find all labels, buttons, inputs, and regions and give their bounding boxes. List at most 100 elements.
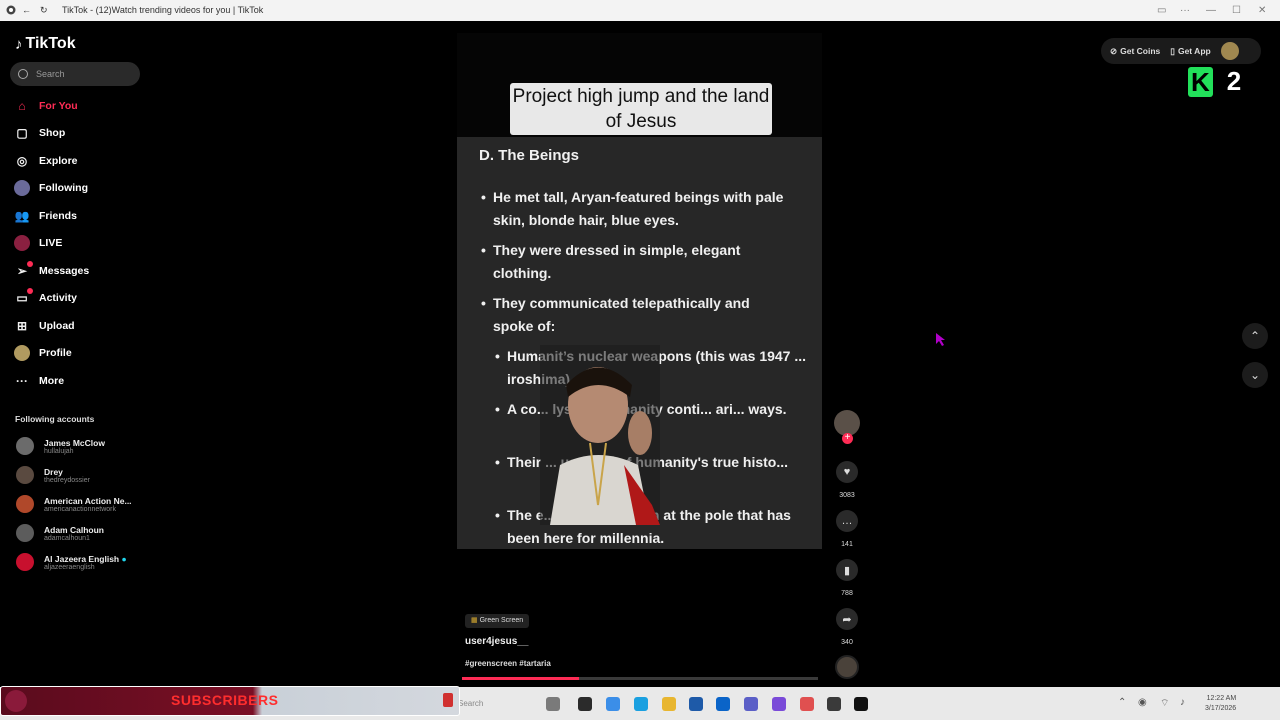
comment-button[interactable]: … xyxy=(836,510,858,532)
tray-wifi-icon[interactable]: ⌔ xyxy=(1160,697,1169,710)
get-coins-button[interactable]: Get Coins xyxy=(1120,46,1160,56)
sidebar-item-explore[interactable]: ◎ Explore xyxy=(14,151,78,171)
account-name: Adam Calhoun xyxy=(44,524,104,535)
avatar xyxy=(16,466,34,484)
account-item[interactable]: American Action Ne... americanactionnetwo… xyxy=(16,491,132,517)
sidebar: ♪ TikTok Search ⌂ For You ▢ Shop ◎ Explo… xyxy=(0,21,150,685)
nav-label: Upload xyxy=(39,320,75,332)
channel-logo xyxy=(5,690,27,712)
nav-label: Profile xyxy=(39,347,72,359)
tray-network-icon[interactable]: ◉ xyxy=(1138,697,1147,708)
sidebar-item-shop[interactable]: ▢ Shop xyxy=(14,123,65,143)
send-icon: ➢ xyxy=(14,261,33,279)
plus-square-icon: ⊞ xyxy=(16,319,28,333)
phone-icon: ▯ xyxy=(1170,45,1175,56)
previous-video-button[interactable]: ⌃ xyxy=(1242,323,1268,349)
clock-date: 3/17/2026 xyxy=(1205,705,1237,712)
notification-badge xyxy=(27,288,33,294)
outlook-icon[interactable] xyxy=(716,697,730,711)
maximize-icon[interactable]: ☐ xyxy=(1232,0,1241,21)
follow-plus-icon[interactable]: + xyxy=(842,433,853,444)
live-icon xyxy=(14,235,30,251)
close-icon[interactable]: ✕ xyxy=(1258,0,1266,21)
tiktok-logo[interactable]: ♪ TikTok xyxy=(15,35,76,53)
creator-figure xyxy=(540,345,660,525)
compass-icon: ◎ xyxy=(16,154,28,168)
back-arrow-icon[interactable]: ← xyxy=(22,0,31,21)
sidebar-item-for-you[interactable]: ⌂ For You xyxy=(14,96,78,116)
nav-label: Messages xyxy=(39,265,90,277)
save-button[interactable]: ▮ xyxy=(836,559,858,581)
video-username[interactable]: user4jesus__ xyxy=(465,636,528,647)
avatar xyxy=(16,553,34,571)
like-button[interactable]: ♥ xyxy=(836,461,858,483)
account-handle: thedreydossier xyxy=(44,476,90,484)
account-item[interactable]: Drey thedreydossier xyxy=(16,462,90,488)
clock: 12:22 AM 3/17/2026 xyxy=(1205,694,1236,714)
file-explorer-icon[interactable] xyxy=(662,697,676,711)
music-disc-icon[interactable] xyxy=(835,655,859,679)
account-name: American Action Ne... xyxy=(44,495,132,506)
slide-heading: D. The Beings xyxy=(479,147,580,164)
sidebar-item-friends[interactable]: 👥 Friends xyxy=(14,206,77,226)
terminal-icon[interactable] xyxy=(578,697,592,711)
share-arrow-icon: ➦ xyxy=(842,613,852,626)
video-progress-bar[interactable] xyxy=(462,677,818,680)
heart-icon: ♥ xyxy=(843,466,851,478)
app-icon[interactable] xyxy=(772,697,786,711)
save-count: 788 xyxy=(841,590,853,597)
home-icon: ⌂ xyxy=(18,99,26,113)
account-item[interactable]: Al Jazeera English ● aljazeeraenglish xyxy=(16,549,127,575)
slide-bullet: • They communicated telepathically and sp… xyxy=(481,295,750,334)
sidebar-item-live[interactable]: LIVE xyxy=(14,233,62,253)
counter-number: 2 xyxy=(1226,66,1242,96)
browser-menu-button[interactable]: ··· xyxy=(1180,0,1190,21)
task-view-icon[interactable] xyxy=(546,697,560,711)
copilot-icon[interactable] xyxy=(606,697,620,711)
nav-label: Friends xyxy=(39,210,77,222)
effect-tag[interactable]: ▦ Green Screen xyxy=(465,614,530,628)
slide-bullet: • He met tall, Aryan-featured beings with… xyxy=(481,189,784,228)
taskbar-search[interactable]: Search xyxy=(458,699,483,708)
bookmark-icon: ▮ xyxy=(843,564,851,577)
sidebar-item-profile[interactable]: Profile xyxy=(14,343,72,363)
teams-icon[interactable] xyxy=(744,697,758,711)
edge-icon[interactable] xyxy=(634,697,648,711)
store-icon[interactable] xyxy=(689,697,703,711)
activity-icon: ▭ xyxy=(14,288,33,306)
sidebar-item-messages[interactable]: ➢ Messages xyxy=(14,261,89,281)
sidebar-item-more[interactable]: ··· More xyxy=(14,371,64,391)
sidebar-item-activity[interactable]: ▭ Activity xyxy=(14,288,77,308)
green-screen-icon: ▦ xyxy=(471,617,478,624)
tray-volume-icon[interactable]: ♪ xyxy=(1180,697,1185,708)
account-handle: aljazeeraenglish xyxy=(44,563,95,571)
sidebar-item-upload[interactable]: ⊞ Upload xyxy=(14,316,75,336)
search-icon xyxy=(18,69,28,79)
account-handle: hullalujah xyxy=(44,447,74,455)
browser-title-bar: ← ↻ TikTok - (12)Watch trending videos f… xyxy=(0,0,1280,21)
app-icon[interactable] xyxy=(800,697,814,711)
get-app-button[interactable]: Get App xyxy=(1178,46,1211,56)
nav-label: Following xyxy=(39,182,88,194)
sidebar-item-following[interactable]: Following xyxy=(14,178,88,198)
video-hashtags[interactable]: #greenscreen #tartaria xyxy=(465,659,551,668)
minimize-icon[interactable]: — xyxy=(1206,0,1216,21)
next-video-button[interactable]: ⌄ xyxy=(1242,362,1268,388)
account-item[interactable]: James McClow hullalujah xyxy=(16,433,105,459)
tiktok-taskbar-icon[interactable] xyxy=(854,697,868,711)
app-icon[interactable] xyxy=(827,697,841,711)
nav-label: For You xyxy=(39,100,78,112)
account-item[interactable]: Adam Calhoun adamcalhoun1 xyxy=(16,520,104,546)
share-count: 340 xyxy=(841,639,853,646)
user-avatar[interactable] xyxy=(1220,42,1239,60)
reload-icon[interactable]: ↻ xyxy=(40,0,48,21)
account-name: Drey xyxy=(44,466,63,477)
mouse-cursor xyxy=(936,333,945,346)
search-input[interactable]: Search xyxy=(10,62,140,86)
chevron-down-icon: ⌄ xyxy=(1249,368,1261,382)
share-button[interactable]: ➦ xyxy=(836,608,858,630)
tray-chevron-icon[interactable]: ⌃ xyxy=(1118,697,1126,708)
browser-logo-icon[interactable] xyxy=(6,0,16,21)
shopping-bag-icon: ▢ xyxy=(16,126,28,140)
split-view-icon[interactable]: ▭ xyxy=(1157,0,1166,21)
